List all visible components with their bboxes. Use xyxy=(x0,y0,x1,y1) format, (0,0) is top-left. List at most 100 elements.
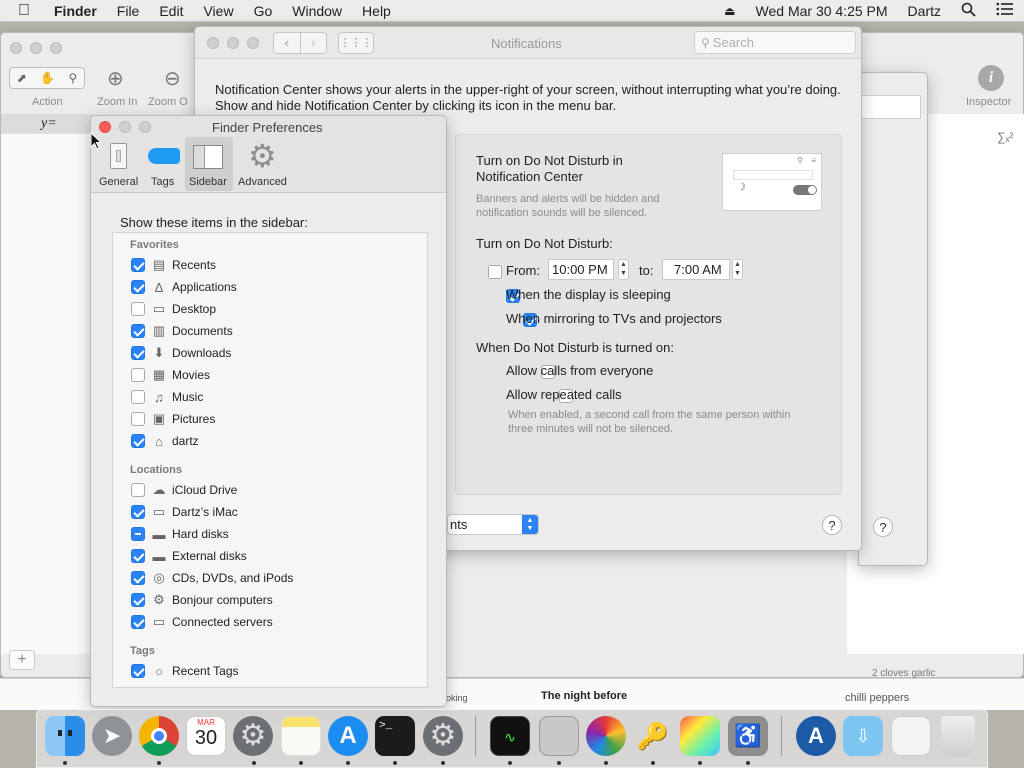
zoom-button[interactable] xyxy=(247,37,259,49)
minimize-button[interactable] xyxy=(227,37,239,49)
menu-app-name[interactable]: Finder xyxy=(44,3,107,19)
tab-general[interactable]: General xyxy=(97,140,143,190)
favorites-item[interactable]: ▣ Pictures xyxy=(131,408,215,430)
close-button[interactable] xyxy=(10,42,22,54)
locations-item-checkbox[interactable] xyxy=(131,483,145,497)
back-button[interactable]: ‹ xyxy=(274,33,301,53)
help-button[interactable]: ? xyxy=(873,517,893,537)
locations-item-checkbox[interactable] xyxy=(131,593,145,607)
favorites-item[interactable]: ⬇ Downloads xyxy=(131,342,231,364)
apple-menu-icon[interactable]:  xyxy=(0,2,44,20)
downloads-folder-dock-icon[interactable]: ⇩ xyxy=(843,716,883,756)
to-time-field[interactable]: 7:00 AM xyxy=(662,259,730,280)
digital-color-meter-dock-icon[interactable] xyxy=(586,716,626,756)
inspector-icon[interactable]: i xyxy=(978,65,1004,91)
chrome-dock-icon[interactable] xyxy=(139,716,179,756)
favorites-item[interactable]: ⌂ dartz xyxy=(131,430,199,452)
terminal-dock-icon[interactable]: >_ xyxy=(375,716,415,756)
favorites-item-checkbox[interactable] xyxy=(131,280,145,294)
favorites-item[interactable]: ♫ Music xyxy=(131,386,203,408)
menu-view[interactable]: View xyxy=(193,3,243,19)
locations-item-checkbox[interactable] xyxy=(131,571,145,585)
favorites-item[interactable]: ▤ Recents xyxy=(131,254,216,276)
menu-file[interactable]: File xyxy=(107,3,150,19)
favorites-item[interactable]: ∆ Applications xyxy=(131,276,237,298)
favorites-item-checkbox[interactable] xyxy=(131,412,145,426)
launchpad-dock-icon[interactable]: ➤ xyxy=(92,716,132,756)
favorites-item-checkbox[interactable] xyxy=(131,302,145,316)
close-button[interactable] xyxy=(207,37,219,49)
minimize-button[interactable] xyxy=(30,42,42,54)
equation-row[interactable]: y= xyxy=(1,114,92,134)
zoom-button[interactable] xyxy=(50,42,62,54)
magnify-icon[interactable]: ⚲ xyxy=(68,71,77,85)
show-all-button[interactable]: ⋮⋮⋮ xyxy=(338,32,374,54)
locations-item[interactable]: ▭ Connected servers xyxy=(131,611,273,633)
accessibility-dock-icon[interactable]: ♿ xyxy=(728,716,768,756)
sort-popup[interactable]: nts ▲ ▼ xyxy=(447,514,539,535)
favorites-item-checkbox[interactable] xyxy=(131,434,145,448)
menu-help[interactable]: Help xyxy=(352,3,401,19)
locations-item[interactable]: ☁ iCloud Drive xyxy=(131,479,237,501)
from-time-stepper[interactable]: ▲ ▼ xyxy=(618,259,629,280)
keychain-dock-icon[interactable]: 🔑 xyxy=(633,716,673,756)
grapher-dock-icon[interactable] xyxy=(680,716,720,756)
favorites-item-checkbox[interactable] xyxy=(131,346,145,360)
xcode-dock-icon[interactable]: A xyxy=(796,716,836,756)
system-preferences-dock-icon[interactable]: ⚙ xyxy=(233,716,273,756)
notes-dock-icon[interactable] xyxy=(281,716,321,756)
favorites-item[interactable]: ▥ Documents xyxy=(131,320,233,342)
menu-window[interactable]: Window xyxy=(282,3,352,19)
menu-user[interactable]: Dartz xyxy=(898,3,951,19)
locations-item-checkbox[interactable] xyxy=(131,549,145,563)
locations-item[interactable]: ◎ CDs, DVDs, and iPods xyxy=(131,567,293,589)
favorites-item-checkbox[interactable] xyxy=(131,368,145,382)
zoom-out-icon[interactable]: ⊖ xyxy=(164,66,181,91)
hand-icon[interactable]: ✋ xyxy=(40,71,55,85)
calendar-dock-icon[interactable]: MAR 30 xyxy=(186,716,226,756)
tab-tags[interactable]: Tags xyxy=(145,140,183,190)
zoom-in-icon[interactable]: ⊕ xyxy=(107,66,124,91)
tags-item-checkbox[interactable] xyxy=(131,664,145,678)
menu-edit[interactable]: Edit xyxy=(149,3,193,19)
add-equation-button[interactable]: + xyxy=(9,650,35,670)
minimize-button[interactable] xyxy=(119,121,131,133)
from-checkbox[interactable] xyxy=(488,264,502,279)
menu-clock[interactable]: Wed Mar 30 4:25 PM xyxy=(746,3,898,19)
locations-item-checkbox[interactable] xyxy=(131,505,145,519)
from-time-field[interactable]: 10:00 PM xyxy=(548,259,614,280)
locations-item[interactable]: ▭ Dartz’s iMac xyxy=(131,501,238,523)
tab-advanced[interactable]: ⚙ Advanced xyxy=(235,140,293,190)
favorites-item[interactable]: ▦ Movies xyxy=(131,364,210,386)
favorites-item-checkbox[interactable] xyxy=(131,324,145,338)
menu-go[interactable]: Go xyxy=(244,3,283,19)
trash-dock-icon[interactable] xyxy=(941,716,975,756)
help-button[interactable]: ? xyxy=(822,515,842,535)
notification-center-icon[interactable] xyxy=(986,2,1024,19)
locations-item[interactable]: ▬ External disks xyxy=(131,545,247,567)
favorites-item[interactable]: ▭ Desktop xyxy=(131,298,216,320)
screenshots-stack-dock-icon[interactable] xyxy=(891,716,931,756)
zoom-button[interactable] xyxy=(139,121,151,133)
tab-sidebar[interactable]: Sidebar xyxy=(185,137,233,191)
locations-item-checkbox[interactable] xyxy=(131,527,145,541)
finder-dock-icon[interactable] xyxy=(45,716,85,756)
locations-item[interactable]: ▬ Hard disks xyxy=(131,523,229,545)
favorites-item-checkbox[interactable] xyxy=(131,390,145,404)
activity-monitor-dock-icon[interactable]: ∿ xyxy=(490,716,530,756)
tags-item[interactable]: ○ Recent Tags xyxy=(131,660,239,682)
favorites-item-checkbox[interactable] xyxy=(131,258,145,272)
system-preferences-2-dock-icon[interactable]: ⚙ xyxy=(423,716,463,756)
disk-utility-dock-icon[interactable] xyxy=(539,716,579,756)
locations-item[interactable]: ⚙ Bonjour computers xyxy=(131,589,273,611)
forward-button[interactable]: › xyxy=(301,33,327,53)
spotlight-icon[interactable] xyxy=(951,2,986,20)
sigma-icon[interactable]: ∑ₓ² xyxy=(997,130,1014,144)
to-time-stepper[interactable]: ▲ ▼ xyxy=(732,259,743,280)
app-store-dock-icon[interactable]: A xyxy=(328,716,368,756)
pointer-icon[interactable]: ⬈ xyxy=(17,71,27,85)
eject-icon[interactable]: ⏏ xyxy=(714,4,745,18)
search-field[interactable]: ⚲ Search xyxy=(694,31,856,54)
action-toolset[interactable]: ⬈ ✋ ⚲ xyxy=(9,67,85,89)
locations-item-checkbox[interactable] xyxy=(131,615,145,629)
